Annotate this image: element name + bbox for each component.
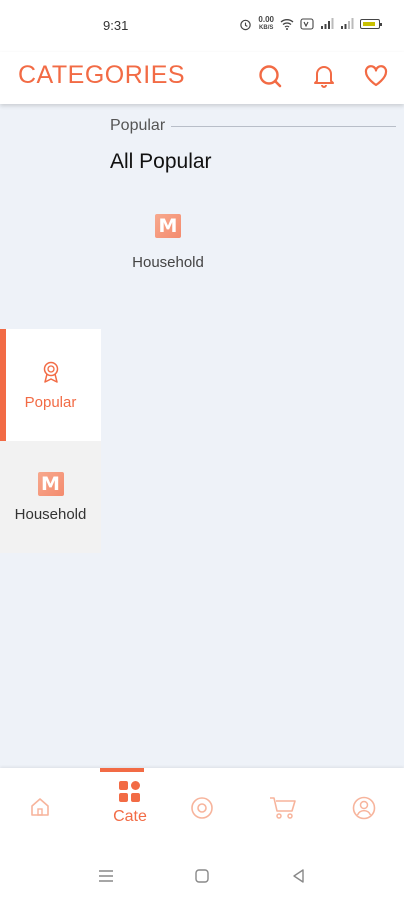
status-time: 9:31 <box>103 18 129 33</box>
menu-icon <box>99 870 113 882</box>
status-bar: 9:31 0.00 KB/S <box>0 0 404 52</box>
sidebar-item-popular[interactable]: Popular <box>0 329 101 441</box>
search-button[interactable] <box>256 62 284 90</box>
nav-profile[interactable] <box>334 768 394 850</box>
user-icon <box>352 796 376 820</box>
notifications-button[interactable] <box>310 62 338 90</box>
signal-icon-2 <box>341 18 354 29</box>
back-triangle-icon <box>293 869 304 883</box>
system-menu-button[interactable] <box>96 866 116 886</box>
heart-icon <box>364 65 388 87</box>
compass-icon <box>191 797 213 819</box>
sidebar-item-label: Household <box>14 505 87 523</box>
battery-icon <box>360 19 382 29</box>
nav-label: Cate <box>113 808 147 825</box>
section-label: Popular <box>110 117 166 134</box>
category-label: Household <box>132 254 204 271</box>
system-nav-bar <box>0 850 404 900</box>
alarm-icon <box>240 19 252 30</box>
section-divider <box>171 125 396 127</box>
category-sidebar: Popular M Household <box>0 104 101 768</box>
status-icons: 0.00 KB/S <box>239 15 382 32</box>
sidebar-item-label: Popular <box>24 393 77 411</box>
net-speed: 0.00 KB/S <box>258 15 274 32</box>
home-icon <box>31 798 49 816</box>
grid-icon <box>119 781 140 802</box>
wifi-icon <box>280 19 294 30</box>
nav-home[interactable] <box>10 768 70 850</box>
bell-icon <box>314 66 334 88</box>
system-back-button[interactable] <box>289 866 309 886</box>
award-icon <box>43 361 58 383</box>
category-tile-household[interactable]: M Household <box>118 214 218 294</box>
brand-m-logo: M <box>155 214 181 238</box>
cart-icon <box>270 797 296 819</box>
app-header: CATEGORIES <box>0 52 404 104</box>
section-header: Popular <box>110 116 396 136</box>
content-area: Popular M Household Popular All Popular … <box>0 104 404 768</box>
wishlist-button[interactable] <box>362 62 390 90</box>
nav-cart[interactable] <box>253 768 313 850</box>
square-home-icon <box>195 869 209 883</box>
nav-explore[interactable] <box>172 768 232 850</box>
nav-categories[interactable]: Cate <box>100 768 160 850</box>
bottom-nav: Cate <box>0 768 404 850</box>
active-indicator <box>100 768 144 772</box>
page-title: CATEGORIES <box>18 61 186 89</box>
system-home-button[interactable] <box>192 866 212 886</box>
signal-icon-1 <box>321 18 334 29</box>
volte-icon <box>300 18 314 30</box>
brand-m-logo: M <box>37 471 64 496</box>
section-title: All Popular <box>110 150 212 173</box>
sidebar-item-household[interactable]: M Household <box>0 441 101 553</box>
search-icon <box>259 65 282 88</box>
